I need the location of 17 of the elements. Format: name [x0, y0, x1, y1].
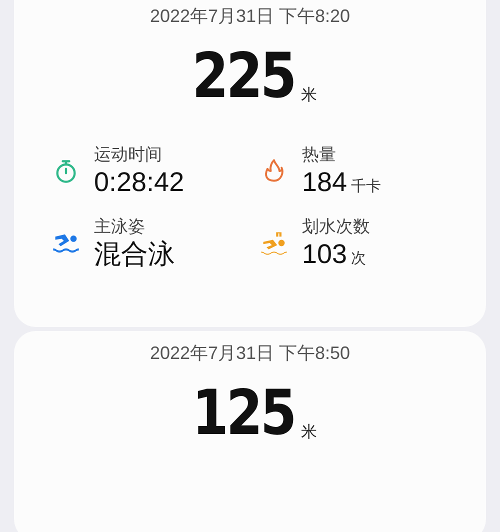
- stat-value: 混合泳: [94, 238, 175, 270]
- stat-label: 运动时间: [94, 144, 163, 166]
- stat-value: 184: [302, 166, 348, 198]
- distance-value: 125: [192, 383, 294, 443]
- stat-unit: 千卡: [351, 177, 382, 196]
- record-date: 2022年7月31日 下午8:50: [148, 342, 352, 365]
- stat-label: 划水次数: [302, 216, 370, 238]
- record-date: 2022年7月31日 下午8:20: [148, 5, 352, 28]
- distance-unit: 米: [301, 86, 318, 106]
- stat-label: 主泳姿: [94, 216, 146, 238]
- distance-unit: 米: [301, 422, 318, 443]
- stat-value: 0:28:42: [94, 166, 184, 198]
- stat-unit: 次: [351, 249, 366, 268]
- stat-value: 103: [302, 238, 348, 270]
- distance-value: 225: [192, 46, 294, 106]
- swimmer-icon: [258, 230, 290, 256]
- stat-label: 热量: [302, 144, 337, 166]
